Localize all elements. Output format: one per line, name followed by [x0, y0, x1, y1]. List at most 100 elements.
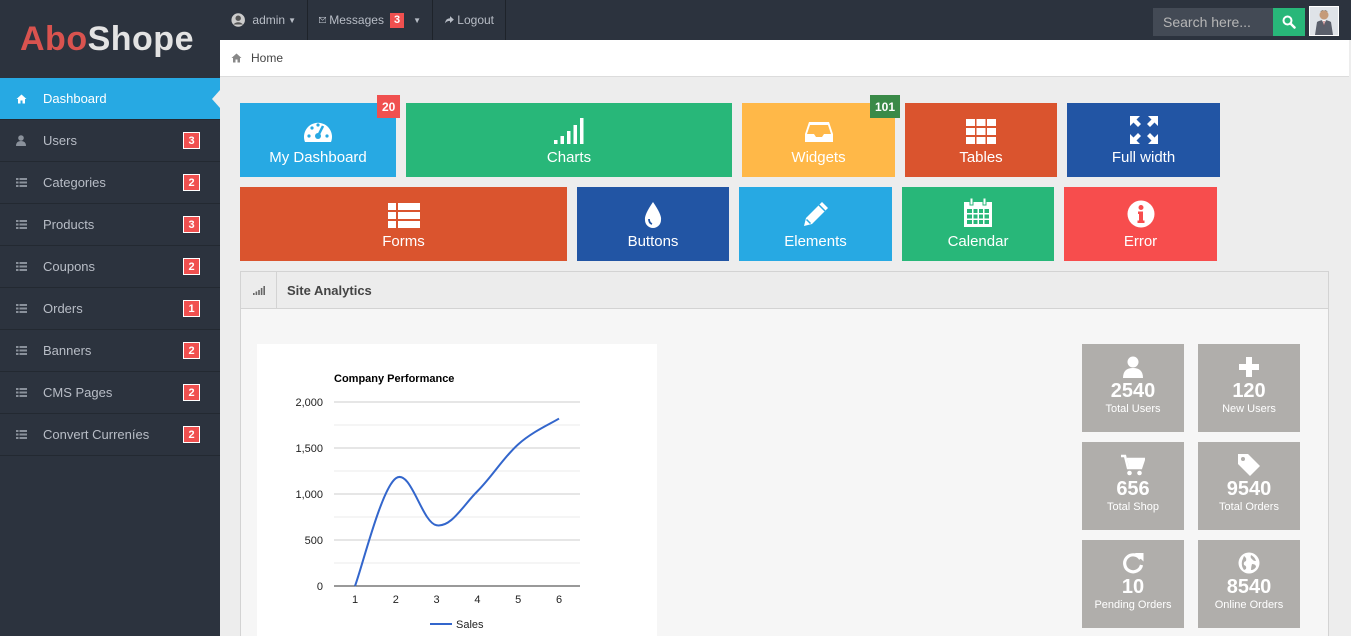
sidebar-item-label: Convert Curreníes — [43, 427, 150, 442]
site-analytics-panel: Site Analytics Company Performance 0 500 1,… — [240, 271, 1329, 636]
x-tick-label: 4 — [474, 594, 480, 606]
sidebar-item-cms-pages[interactable]: CMS Pages 2 — [0, 372, 220, 414]
tile-widgets[interactable]: Widgets 101 — [742, 95, 901, 177]
brand-part-2: Shope — [87, 19, 194, 58]
fullscreen-icon — [1129, 114, 1158, 144]
x-tick-label: 2 — [393, 594, 399, 606]
logout-button[interactable]: Logout — [433, 0, 506, 40]
info-icon — [1127, 198, 1155, 228]
sidebar-item-users[interactable]: Users 3 — [0, 120, 220, 162]
caret-down-icon: ▼ — [288, 15, 296, 25]
sidebar-item-convert-curren-es[interactable]: Convert Curreníes 2 — [0, 414, 220, 456]
stat-card-total-users[interactable]: 2540 Total Users — [1082, 344, 1184, 432]
top-bar: admin ▼ Messages 3 ▼ Logout — [220, 0, 1351, 40]
tile-forms[interactable]: Forms — [240, 187, 567, 261]
tile-label: Error — [1123, 233, 1158, 250]
stat-value: 9540 — [1226, 478, 1272, 500]
tile-elements[interactable]: Elements — [739, 187, 892, 261]
tile-error[interactable]: Error — [1064, 187, 1217, 261]
search-button[interactable] — [1273, 8, 1305, 36]
list-icon — [387, 198, 420, 228]
panel-title: Site Analytics — [287, 282, 372, 298]
y-tick-label: 0 — [317, 581, 323, 593]
dashboard-icon — [302, 114, 334, 144]
stat-card-online-orders[interactable]: 8540 Online Orders — [1198, 540, 1300, 628]
count-badge: 2 — [183, 174, 200, 191]
sidebar-item-label: Coupons — [43, 259, 96, 274]
user-menu[interactable]: admin ▼ — [220, 0, 308, 40]
pencil-icon — [802, 198, 830, 228]
messages-menu[interactable]: Messages 3 ▼ — [308, 0, 433, 40]
grid-icon — [966, 114, 996, 144]
brand-part-1: Abo — [20, 19, 88, 58]
user-icon — [1123, 355, 1143, 379]
inbox-icon — [804, 114, 834, 144]
search-input[interactable] — [1153, 8, 1273, 36]
chart-title: Company Performance — [334, 373, 454, 385]
tile-label: Tables — [959, 149, 1003, 166]
y-tick-label: 1,000 — [295, 489, 323, 501]
stat-value: 120 — [1232, 380, 1266, 402]
tile-calendar[interactable]: Calendar — [902, 187, 1054, 261]
tile-label: Widgets — [791, 149, 846, 166]
x-tick-label: 5 — [515, 594, 521, 606]
stat-label: Pending Orders — [1094, 599, 1172, 611]
sidebar-item-banners[interactable]: Banners 2 — [0, 330, 220, 372]
list-icon — [16, 430, 43, 439]
stat-card-new-users[interactable]: 120 New Users — [1198, 344, 1300, 432]
stat-card-total-orders[interactable]: 9540 Total Orders — [1198, 442, 1300, 530]
brand-logo[interactable]: Abo Shope — [0, 0, 220, 78]
count-badge: 3 — [183, 216, 200, 233]
sidebar: Abo Shope Dashboard Users 3 Categories 2 Produ… — [0, 0, 220, 636]
plus-icon — [1239, 355, 1259, 379]
list-icon — [16, 304, 43, 313]
sidebar-item-coupons[interactable]: Coupons 2 — [0, 246, 220, 288]
panel-header: Site Analytics — [241, 271, 1328, 309]
sidebar-item-orders[interactable]: Orders 1 — [0, 288, 220, 330]
count-badge: 2 — [183, 258, 200, 275]
tile-label: Full width — [1111, 149, 1176, 166]
sidebar-item-categories[interactable]: Categories 2 — [0, 162, 220, 204]
count-badge: 3 — [183, 132, 200, 149]
messages-label: Messages — [329, 13, 384, 27]
user-name: admin — [252, 13, 286, 27]
tile-label: My Dashboard — [269, 149, 367, 166]
globe-icon — [1238, 551, 1260, 575]
avatar[interactable] — [1309, 6, 1339, 36]
user-icon — [16, 135, 43, 146]
stat-label: Total Shop — [1107, 501, 1159, 513]
count-badge: 2 — [183, 342, 200, 359]
list-icon — [16, 346, 43, 355]
cart-icon — [1121, 453, 1145, 477]
breadcrumb-home-link[interactable]: Home — [251, 51, 283, 65]
stat-card-total-shop[interactable]: 656 Total Shop — [1082, 442, 1184, 530]
tile-my-dashboard[interactable]: My Dashboard 20 — [240, 95, 401, 177]
home-icon — [231, 53, 242, 63]
tile-buttons[interactable]: Buttons — [577, 187, 729, 261]
count-badge: 1 — [183, 300, 200, 317]
sidebar-item-label: Orders — [43, 301, 83, 316]
tag-icon — [1238, 453, 1260, 477]
tile-charts[interactable]: Charts — [406, 103, 732, 177]
stat-card-pending-orders[interactable]: 10 Pending Orders — [1082, 540, 1184, 628]
tile-tables[interactable]: Tables — [905, 103, 1057, 177]
stat-label: Online Orders — [1214, 599, 1284, 611]
sidebar-item-products[interactable]: Products 3 — [0, 204, 220, 246]
tile-label: Buttons — [627, 233, 679, 250]
legend-label: Sales — [456, 619, 484, 631]
company-performance-chart: Company Performance 0 500 1,000 1,500 2,000 1 2… — [257, 344, 657, 636]
sidebar-item-dashboard[interactable]: Dashboard — [0, 78, 220, 120]
tile-label: Forms — [382, 233, 425, 250]
stat-value: 2540 — [1110, 380, 1156, 402]
y-tick-label: 1,500 — [295, 443, 323, 455]
count-badge: 2 — [183, 384, 200, 401]
sidebar-nav: Dashboard Users 3 Categories 2 Products 3 Coupo… — [0, 78, 220, 456]
stat-label: Total Users — [1105, 403, 1161, 415]
refresh-icon — [1122, 551, 1144, 575]
stat-label: Total Orders — [1219, 501, 1279, 513]
tile-full-width[interactable]: Full width — [1067, 103, 1220, 177]
caret-down-icon: ▼ — [413, 15, 421, 25]
list-icon — [16, 262, 43, 271]
x-tick-label: 6 — [556, 594, 562, 606]
tile-label: Calendar — [947, 233, 1009, 250]
